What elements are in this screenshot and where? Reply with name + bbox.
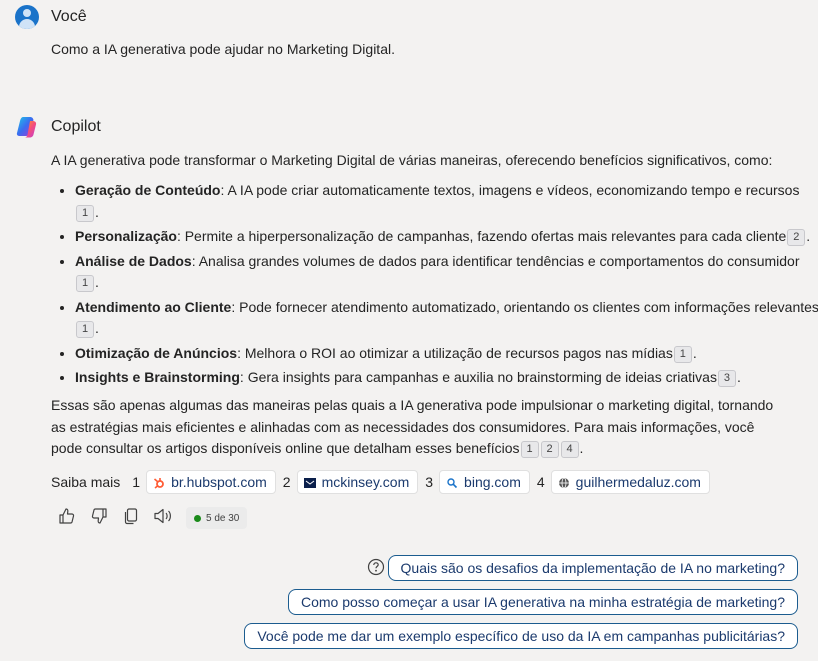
citation-badge[interactable]: 2	[787, 229, 806, 246]
bullet-text: : Analisa grandes volumes de dados para …	[191, 252, 800, 269]
mckinsey-icon	[303, 476, 316, 488]
source-link-guilhermedaluz[interactable]: 4 guilhermedaluz.com	[537, 470, 710, 494]
bullet-title: Otimização de Anúncios	[75, 344, 238, 361]
bullet-text: : Permite a hiperpersonalização de campa…	[176, 228, 787, 244]
citation-badge[interactable]: 4	[560, 441, 579, 458]
status-dot-icon	[194, 514, 201, 522]
source-number: 3	[425, 474, 434, 490]
suggestion-button-3[interactable]: Você pode me dar um exemplo específico d…	[244, 623, 798, 649]
citation-badge[interactable]: 1	[76, 321, 94, 338]
list-item: Geração de Conteúdo: A IA pode criar aut…	[75, 180, 818, 223]
source-number: 2	[282, 474, 291, 490]
conclusion-text: Essas são apenas algumas das maneiras pe…	[51, 397, 774, 456]
source-domain: mckinsey.com	[321, 474, 410, 490]
source-domain: br.hubspot.com	[171, 474, 267, 490]
copy-icon	[122, 507, 140, 530]
source-domain: guilhermedaluz.com	[575, 474, 701, 490]
bullet-text: : Melhora o ROI ao otimizar a utilização…	[237, 344, 673, 361]
thumbs-up-icon	[58, 507, 76, 530]
bullet-text: : A IA pode criar automaticamente textos…	[220, 182, 800, 198]
list-item: Atendimento ao Cliente: Pode fornecer at…	[75, 297, 818, 340]
list-item: Insights e Brainstorming: Gera insights …	[75, 367, 818, 389]
copy-button[interactable]	[120, 507, 142, 529]
copilot-intro: A IA generativa pode transformar o Marke…	[51, 152, 773, 168]
bullet-text: : Pode fornecer atendimento automatizado…	[231, 298, 818, 315]
source-number: 1	[132, 474, 141, 490]
copilot-name: Copilot	[51, 118, 101, 135]
list-item: Otimização de Anúncios: Melhora o ROI ao…	[75, 343, 818, 365]
read-aloud-button[interactable]	[152, 507, 174, 529]
period: .	[579, 440, 584, 456]
source-link-mckinsey[interactable]: 2 mckinsey.com	[282, 470, 419, 494]
bullet-title: Análise de Dados	[75, 252, 192, 269]
source-number: 4	[536, 474, 545, 490]
citation-badge[interactable]: 1	[520, 441, 539, 458]
thumbs-down-icon	[90, 507, 108, 530]
response-counter: 5 de 30	[186, 507, 248, 529]
message-actions: 5 de 30	[56, 506, 248, 530]
learn-more-label: Saiba mais	[51, 474, 121, 490]
thumbs-down-button[interactable]	[88, 507, 110, 529]
help-icon[interactable]	[367, 558, 385, 576]
source-domain: bing.com	[464, 474, 521, 490]
source-link-bing[interactable]: 3 bing.com	[425, 470, 530, 494]
copilot-conclusion: Essas são apenas algumas das maneiras pe…	[51, 395, 783, 460]
speaker-icon	[153, 507, 173, 530]
thumbs-up-button[interactable]	[56, 507, 78, 529]
globe-icon	[558, 476, 570, 489]
citation-badge[interactable]: 1	[76, 275, 94, 292]
citation-badge[interactable]: 1	[673, 345, 692, 363]
learn-more: Saiba mais 1 br.hubspot.com 2 mckinsey.c…	[51, 470, 717, 494]
citation-badge[interactable]: 1	[76, 204, 94, 222]
list-item: Análise de Dados: Analisa grandes volume…	[75, 251, 818, 294]
search-icon	[446, 476, 458, 489]
bullet-title: Atendimento ao Cliente	[75, 298, 232, 315]
source-link-hubspot[interactable]: 1 br.hubspot.com	[132, 470, 276, 494]
citation-badge[interactable]: 2	[540, 441, 559, 458]
suggestion-button-2[interactable]: Como posso começar a usar IA generativa …	[287, 589, 798, 615]
list-item: Personalização: Permite a hiperpersonali…	[75, 226, 818, 248]
bullet-title: Insights e Brainstorming	[75, 369, 240, 385]
bullet-title: Personalização	[75, 228, 177, 244]
counter-text: 5 de 30	[206, 512, 240, 524]
user-message: Como a IA generativa pode ajudar no Mark…	[51, 41, 395, 57]
hubspot-icon	[153, 476, 165, 489]
citation-badge[interactable]: 3	[717, 370, 736, 387]
bullet-title: Geração de Conteúdo	[75, 182, 221, 198]
suggestion-button-1[interactable]: Quais são os desafios da implementação d…	[387, 555, 798, 581]
user-avatar	[15, 5, 39, 29]
bullet-text: : Gera insights para campanhas e auxilia…	[239, 369, 717, 385]
benefits-list: Geração de Conteúdo: A IA pode criar aut…	[51, 180, 818, 392]
copilot-logo-icon	[15, 115, 39, 139]
user-name: Você	[51, 8, 87, 25]
